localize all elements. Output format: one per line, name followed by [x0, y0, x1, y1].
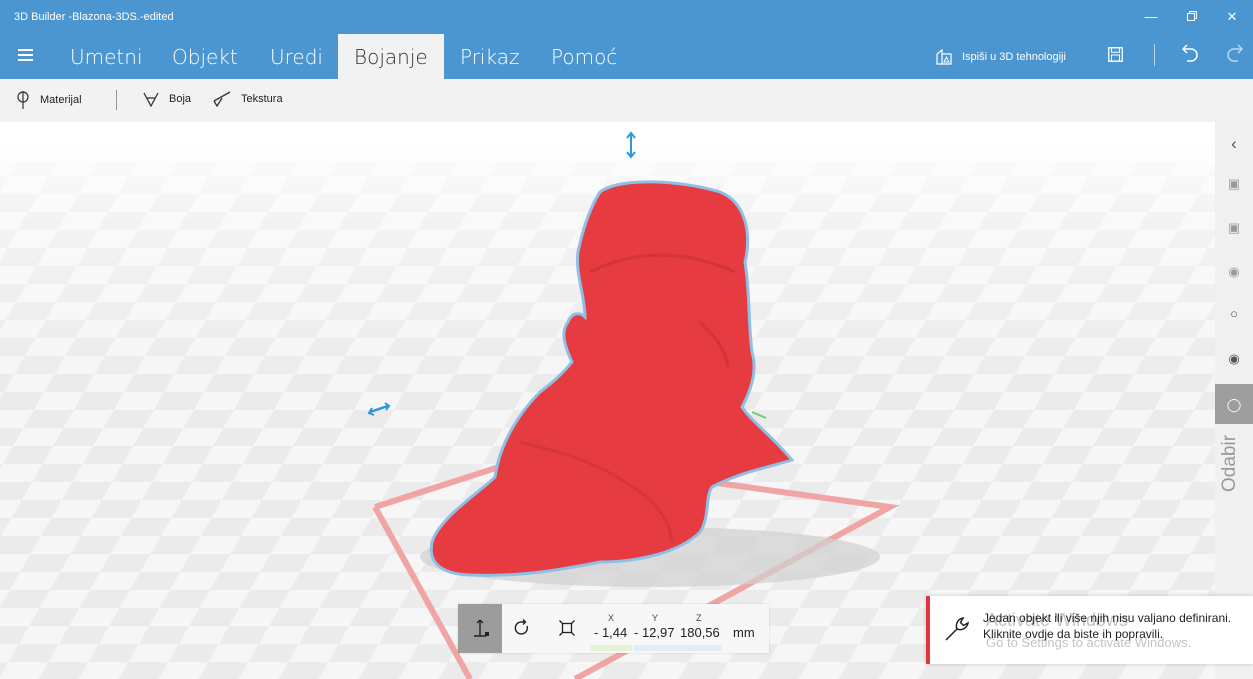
print-3d-button[interactable]: Ispiši u 3D tehnologiji — [936, 49, 1066, 65]
close-icon[interactable]: ✕ — [1222, 9, 1242, 25]
notification-text: Jedan objekt ili više njih nisu valjano … — [983, 611, 1232, 641]
minimize-icon[interactable]: — — [1141, 9, 1161, 24]
paint-bucket-icon — [143, 92, 159, 107]
y-value[interactable]: - 12,97 — [634, 625, 674, 640]
z-axis-indicator — [680, 645, 722, 651]
collapse-panel-icon[interactable]: ‹ — [1215, 134, 1253, 154]
y-axis-indicator — [634, 645, 680, 651]
save-icon[interactable] — [1108, 47, 1123, 67]
move-icon — [474, 619, 489, 637]
select-mode-active[interactable]: ◯ — [1215, 384, 1253, 424]
repair-notification[interactable]: Activate Windows Go to Settings to activ… — [926, 596, 1253, 664]
toolbar-separator — [116, 90, 117, 110]
unit-label: mm — [733, 625, 755, 640]
tab-umetni[interactable]: Umetni — [70, 45, 143, 69]
undo-icon[interactable] — [1181, 43, 1199, 68]
warning-stripe — [926, 596, 930, 664]
texture-label: Tekstura — [241, 93, 283, 105]
tab-bojanje[interactable]: Bojanje — [338, 34, 444, 79]
rotate-icon[interactable] — [514, 619, 530, 642]
color-button[interactable]: Boja — [143, 91, 191, 107]
select-edge-icon[interactable]: ◉ — [1215, 264, 1253, 280]
wrench-icon — [944, 616, 970, 647]
toolbar-divider — [1154, 44, 1155, 66]
texture-button[interactable]: Tekstura — [213, 91, 283, 107]
menu-bar: Umetni Objekt Uredi Bojanje Prikaz Pomoć… — [0, 34, 1253, 79]
x-axis-indicator — [590, 645, 632, 651]
redo-icon[interactable] — [1226, 43, 1244, 68]
select-object-icon[interactable]: ▣ — [1215, 176, 1253, 192]
x-header: X — [608, 613, 615, 623]
print-3d-label: Ispiši u 3D tehnologiji — [962, 51, 1066, 63]
material-icon — [17, 91, 29, 109]
material-label: Materijal — [40, 94, 82, 106]
move-tool-button[interactable] — [458, 604, 502, 653]
material-button[interactable]: Materijal — [16, 91, 82, 109]
title-bar: 3D Builder -Blazona-3DS.-edited — ✕ — [0, 0, 1253, 34]
brush-icon — [213, 91, 231, 107]
z-value[interactable]: 180,56 — [680, 625, 720, 640]
tab-prikaz[interactable]: Prikaz — [460, 45, 519, 69]
scale-icon[interactable] — [559, 620, 575, 641]
select-circle-icon[interactable]: ○ — [1215, 306, 1253, 321]
restore-icon[interactable] — [1182, 9, 1202, 24]
select-brush-icon[interactable]: ◉ — [1215, 351, 1253, 367]
print-3d-icon — [936, 49, 952, 65]
panel-label: Odabir — [1219, 434, 1240, 492]
x-value[interactable]: - 1,44 — [594, 625, 627, 640]
select-face-icon[interactable]: ▣ — [1215, 220, 1253, 236]
tab-uredi[interactable]: Uredi — [270, 45, 323, 69]
tab-objekt[interactable]: Objekt — [172, 45, 238, 69]
select-mode-icon: ◯ — [1226, 397, 1242, 412]
paint-toolbar: Materijal Boja Tekstura — [0, 79, 1253, 122]
window-title: 3D Builder -Blazona-3DS.-edited — [14, 11, 174, 23]
hamburger-menu-icon[interactable] — [18, 49, 33, 64]
y-header: Y — [652, 613, 659, 623]
transform-bar: X Y Z - 1,44 - 12,97 180,56 mm — [458, 604, 769, 653]
z-header: Z — [696, 613, 702, 623]
tab-pomoc[interactable]: Pomoć — [551, 45, 617, 69]
color-label: Boja — [169, 93, 192, 105]
